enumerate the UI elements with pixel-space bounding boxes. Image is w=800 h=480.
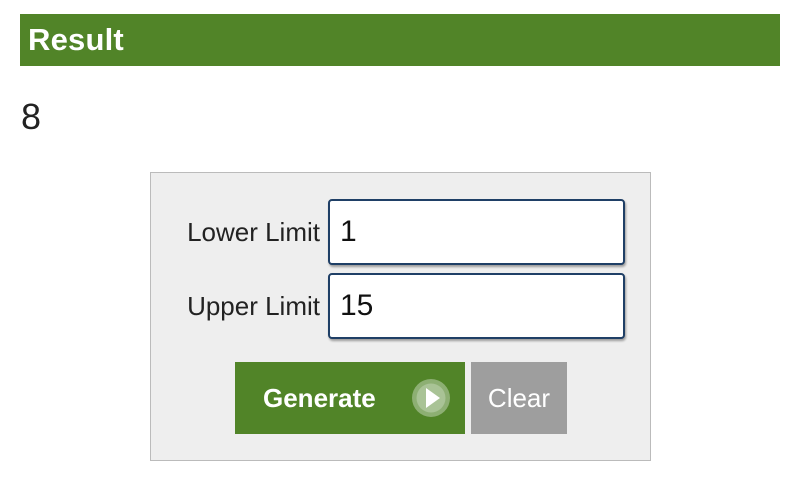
result-header: Result bbox=[20, 14, 780, 66]
lower-limit-input[interactable] bbox=[328, 199, 625, 265]
lower-limit-row: Lower Limit bbox=[151, 199, 650, 265]
lower-limit-label: Lower Limit bbox=[187, 217, 320, 247]
generate-button[interactable]: Generate bbox=[235, 362, 465, 434]
upper-limit-input[interactable] bbox=[328, 273, 625, 339]
result-title: Result bbox=[28, 22, 124, 57]
clear-button[interactable]: Clear bbox=[471, 362, 567, 434]
result-value: 8 bbox=[21, 96, 42, 137]
random-number-form: Lower Limit Upper Limit Generate Clear bbox=[150, 172, 651, 461]
upper-limit-label: Upper Limit bbox=[187, 291, 320, 321]
clear-label: Clear bbox=[487, 382, 551, 413]
upper-limit-row: Upper Limit bbox=[151, 273, 650, 339]
generate-label: Generate bbox=[263, 382, 376, 413]
play-icon bbox=[412, 379, 450, 417]
